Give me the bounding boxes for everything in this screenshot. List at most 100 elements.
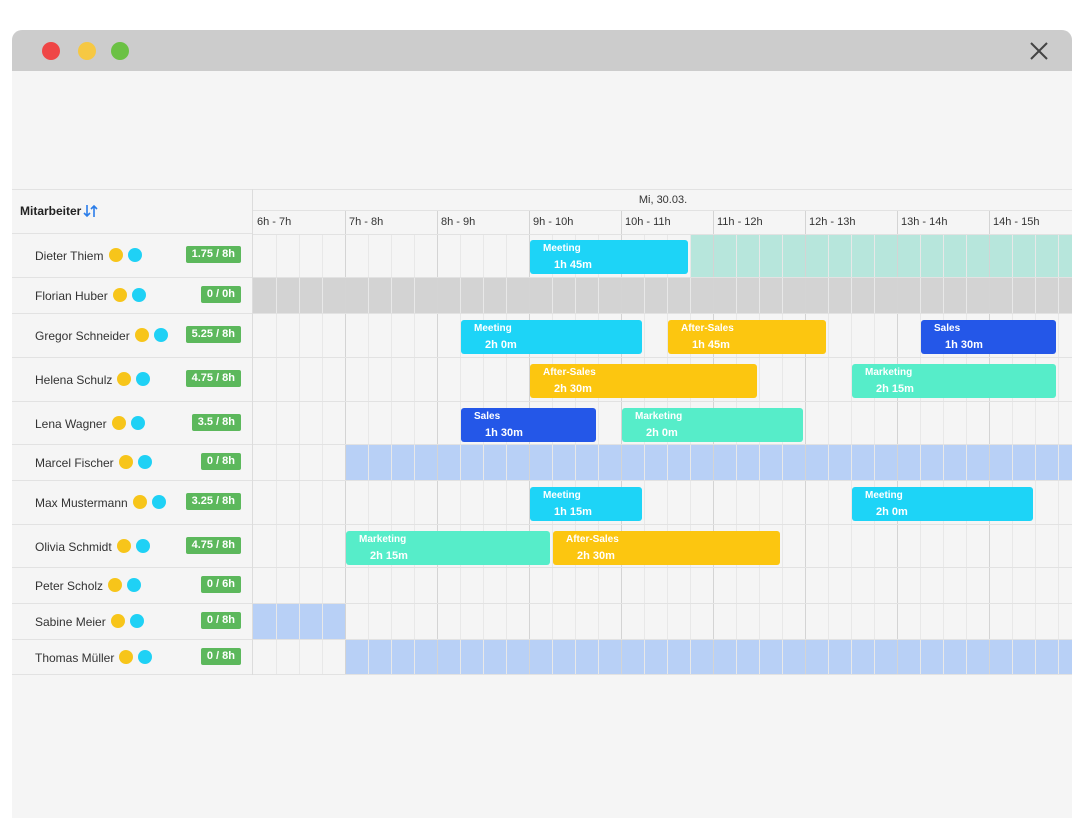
event-block[interactable]: Meeting 2h 0m — [852, 487, 1033, 521]
hours-badge: 0 / 8h — [200, 647, 241, 665]
quarter-gridline — [368, 234, 369, 675]
hour-gridline — [345, 210, 346, 675]
quarter-gridline — [598, 234, 599, 675]
status-dot-cyan — [129, 614, 144, 628]
employee-row[interactable]: Dieter Thiem 1.75 / 8h — [12, 234, 252, 278]
event-block[interactable]: After-Sales 2h 30m — [553, 531, 780, 565]
quarter-gridline — [552, 234, 553, 675]
employee-column-header: Mitarbeiter — [12, 189, 252, 234]
employee-row[interactable]: Marcel Fischer 0 / 8h — [12, 445, 252, 481]
unavailable-band — [253, 278, 1072, 313]
event-duration: 2h 15m — [876, 383, 914, 395]
row-divider — [253, 357, 1072, 358]
employee-row[interactable]: Peter Scholz 0 / 6h — [12, 568, 252, 604]
hour-gridline — [529, 210, 530, 675]
employee-row[interactable]: Olivia Schmidt 4.75 / 8h — [12, 525, 252, 568]
event-title: Marketing — [635, 411, 683, 422]
status-dot-cyan — [127, 248, 142, 262]
status-dot-cyan — [151, 495, 166, 509]
event-block[interactable]: Meeting 1h 45m — [530, 240, 688, 274]
event-block[interactable]: Meeting 1h 15m — [530, 487, 642, 521]
row-divider — [253, 189, 1072, 190]
hours-badge: 4.75 / 8h — [185, 370, 241, 387]
status-dot-cyan — [131, 288, 146, 302]
hours-badge: 3.25 / 8h — [185, 493, 241, 510]
minimize-window-button[interactable] — [78, 42, 96, 60]
event-duration: 1h 45m — [554, 259, 592, 271]
row-divider — [253, 603, 1072, 604]
quarter-gridline — [782, 234, 783, 675]
event-duration: 2h 0m — [485, 339, 517, 351]
hour-label: 13h - 14h — [901, 216, 948, 228]
event-duration: 2h 30m — [577, 550, 615, 562]
quarter-gridline — [966, 234, 967, 675]
row-divider — [253, 313, 1072, 314]
hour-label: 11h - 12h — [717, 216, 763, 228]
event-title: Meeting — [474, 323, 512, 334]
event-block[interactable]: Meeting 2h 0m — [461, 320, 642, 354]
quarter-gridline — [920, 234, 921, 675]
status-dot-yellow — [134, 328, 149, 342]
event-title: Sales — [474, 411, 501, 422]
quarter-gridline — [690, 234, 691, 675]
status-dot-yellow — [117, 372, 132, 386]
maximize-window-button[interactable] — [111, 42, 129, 60]
employee-row[interactable]: Lena Wagner 3.5 / 8h — [12, 402, 252, 445]
employee-row[interactable]: Helena Schulz 4.75 / 8h — [12, 358, 252, 402]
quarter-gridline — [943, 234, 944, 675]
event-duration: 1h 30m — [485, 427, 523, 439]
quarter-gridline — [851, 234, 852, 675]
unavailable-band — [690, 234, 1072, 277]
hour-gridline — [621, 210, 622, 675]
status-dot-cyan — [138, 649, 153, 664]
quarter-gridline — [276, 234, 277, 675]
hour-gridline — [989, 210, 990, 675]
status-dot-yellow — [116, 538, 131, 553]
timeline-grid: Mi, 30.03. 6h - 7h 7h - 8h 8h - 9h 9h - 10h… — [252, 189, 1072, 675]
employee-row[interactable]: Max Mustermann 3.25 / 8h — [12, 481, 252, 525]
hour-label: 14h - 15h — [993, 216, 1040, 228]
event-duration: 2h 15m — [370, 550, 408, 562]
employee-column: Mitarbeiter Dieter Thiem 1.75 / 8h Florian… — [12, 189, 252, 675]
event-block[interactable]: After-Sales 1h 45m — [668, 320, 826, 354]
row-divider — [253, 234, 1072, 235]
status-dot-yellow — [112, 288, 127, 302]
event-duration: 1h 30m — [945, 339, 983, 351]
event-block[interactable]: Sales 1h 30m — [921, 320, 1056, 354]
event-title: Meeting — [865, 490, 903, 501]
unavailable-band — [345, 640, 1072, 674]
close-icon[interactable] — [1028, 40, 1050, 62]
status-dot-cyan — [136, 372, 151, 386]
hour-gridline — [713, 210, 714, 675]
employee-name: Olivia Schmidt — [35, 539, 112, 554]
quarter-gridline — [1012, 234, 1013, 675]
employee-row[interactable]: Sabine Meier 0 / 8h — [12, 604, 252, 640]
sort-arrows-icon[interactable] — [82, 202, 100, 220]
employee-name: Gregor Schneider — [35, 329, 130, 343]
status-dot-yellow — [118, 455, 133, 469]
event-block[interactable]: Sales 1h 30m — [461, 408, 596, 442]
quarter-gridline — [506, 234, 507, 675]
event-duration: 2h 30m — [554, 383, 592, 395]
status-dot-yellow — [108, 578, 123, 592]
employee-row[interactable]: Gregor Schneider 5.25 / 8h — [12, 314, 252, 358]
hours-badge: 4.75 / 8h — [185, 536, 241, 554]
row-divider — [253, 277, 1072, 278]
close-window-button[interactable] — [42, 42, 60, 60]
employee-row[interactable]: Florian Huber 0 / 0h — [12, 278, 252, 314]
event-block[interactable]: After-Sales 2h 30m — [530, 364, 757, 398]
quarter-gridline — [299, 234, 300, 675]
employee-name: Peter Scholz — [35, 579, 104, 593]
event-title: Meeting — [543, 243, 581, 254]
quarter-gridline — [874, 234, 875, 675]
app-window: Mitarbeiter Dieter Thiem 1.75 / 8h Florian… — [12, 30, 1072, 818]
event-title: After-Sales — [543, 367, 596, 378]
status-dot-yellow — [132, 495, 147, 509]
status-dot-cyan — [127, 578, 142, 592]
event-block[interactable]: Marketing 2h 15m — [346, 531, 550, 565]
status-dot-yellow — [111, 415, 126, 430]
event-block[interactable]: Marketing 2h 0m — [622, 408, 803, 442]
event-block[interactable]: Marketing 2h 15m — [852, 364, 1056, 398]
employee-name: Sabine Meier — [35, 615, 106, 629]
employee-row[interactable]: Thomas Müller 0 / 8h — [12, 640, 252, 675]
